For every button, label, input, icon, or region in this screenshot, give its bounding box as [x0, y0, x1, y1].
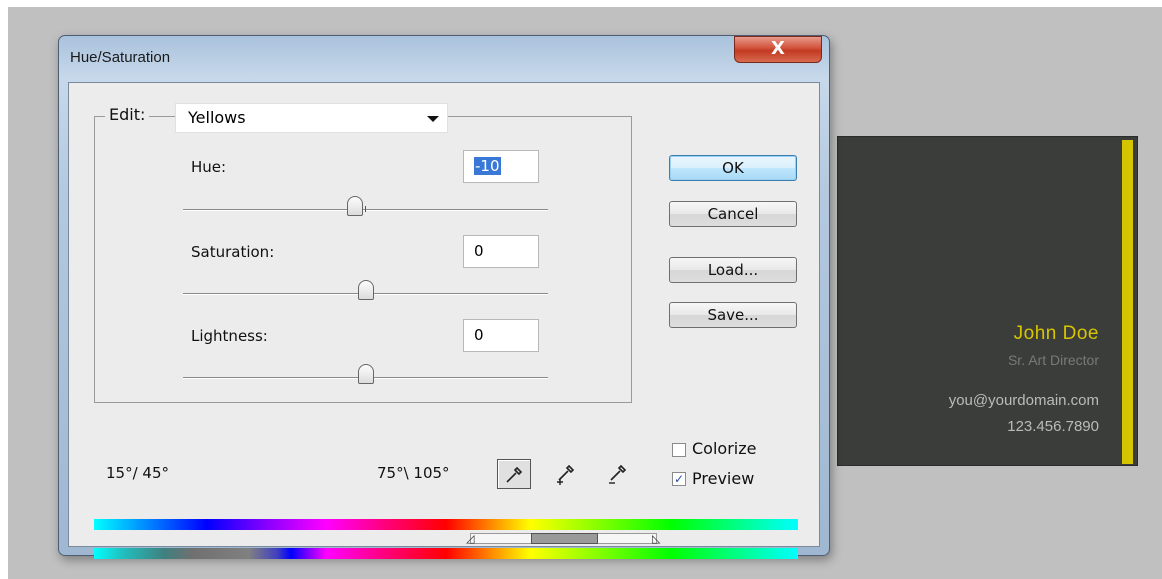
saturation-label: Saturation: — [191, 243, 275, 261]
input-color-bar — [94, 519, 798, 530]
subtract-from-sample-tool[interactable] — [601, 459, 635, 489]
preview-label[interactable]: Preview — [692, 469, 754, 488]
hue-center-tick — [365, 206, 366, 212]
eyedropper-plus-icon — [557, 464, 575, 485]
ok-button[interactable]: OK — [669, 155, 797, 181]
eyedropper-icon — [506, 466, 523, 483]
card-email: you@yourdomain.com — [948, 392, 1099, 409]
range-left-falloff-handle[interactable]: ◿ — [466, 533, 474, 544]
output-color-bar — [94, 548, 798, 559]
saturation-input-value: 0 — [474, 242, 484, 260]
dialog-title: Hue/Saturation — [70, 49, 171, 66]
range-core — [531, 533, 598, 544]
color-range-slider[interactable]: ◿ ◺ — [94, 532, 798, 546]
hue-slider-thumb[interactable] — [347, 196, 364, 216]
business-card: John Doe Sr. Art Director you@yourdomain… — [837, 136, 1138, 466]
hue-input-value: -10 — [474, 157, 501, 175]
eyedropper-tool[interactable] — [497, 459, 531, 489]
card-name: John Doe — [1013, 323, 1099, 344]
saturation-slider-thumb[interactable] — [357, 280, 374, 300]
preview-checkbox[interactable]: ✓ — [672, 472, 686, 486]
close-button[interactable]: X — [734, 36, 822, 63]
title-bar[interactable]: Hue/Saturation X — [59, 36, 829, 82]
card-accent-stripe — [1122, 140, 1133, 464]
close-icon: X — [771, 38, 785, 59]
card-title: Sr. Art Director — [1007, 352, 1099, 368]
chevron-down-icon — [427, 116, 439, 122]
hue-label: Hue: — [191, 158, 227, 176]
range-right-falloff-handle[interactable]: ◺ — [652, 533, 660, 544]
card-phone: 123.456.7890 — [1007, 418, 1099, 435]
lightness-input-value: 0 — [474, 326, 484, 344]
colorize-checkbox[interactable] — [672, 443, 686, 457]
adjustment-group: Edit: Yellows Hue: -10 Saturation: 0 Lig… — [94, 103, 632, 403]
edit-dropdown[interactable]: Yellows — [175, 103, 448, 133]
load-button[interactable]: Load... — [669, 257, 797, 283]
hue-saturation-dialog: Hue/Saturation X Edit: Yellows Hue: -10 … — [58, 35, 830, 559]
eyedropper-minus-icon — [609, 464, 627, 484]
saturation-input[interactable]: 0 — [463, 235, 539, 268]
add-to-sample-tool[interactable] — [549, 459, 583, 489]
edit-dropdown-value: Yellows — [188, 108, 246, 127]
lightness-input[interactable]: 0 — [463, 319, 539, 352]
dialog-body: Edit: Yellows Hue: -10 Saturation: 0 Lig… — [68, 82, 820, 559]
save-button[interactable]: Save... — [669, 302, 797, 328]
lightness-label: Lightness: — [191, 327, 268, 345]
cancel-button[interactable]: Cancel — [669, 201, 797, 227]
edit-label: Edit: — [105, 105, 150, 124]
lightness-slider-thumb[interactable] — [357, 364, 374, 384]
hue-input[interactable]: -10 — [463, 150, 539, 183]
colorize-label[interactable]: Colorize — [692, 439, 756, 458]
range-left-readout: 15°/ 45° — [106, 464, 169, 482]
range-right-readout: 75°\ 105° — [377, 464, 450, 482]
